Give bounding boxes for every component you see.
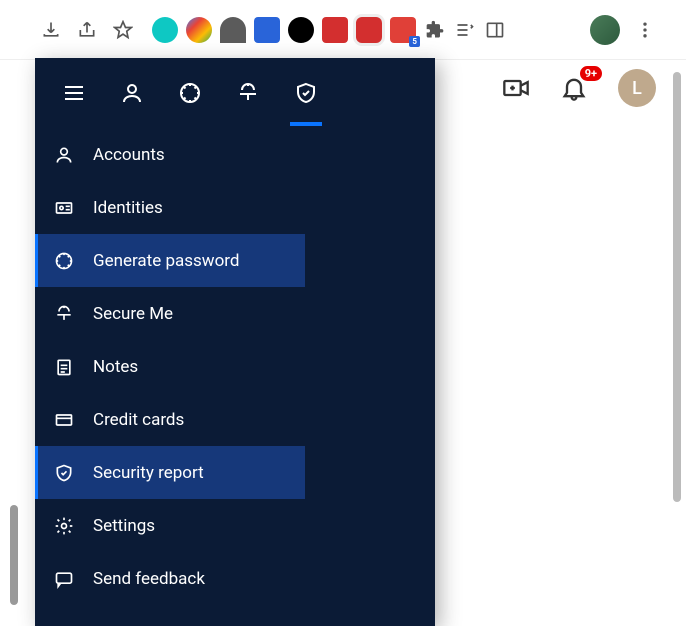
password-manager-panel: Accounts Identities Generate password Secur… — [35, 58, 435, 626]
extension-1[interactable] — [152, 17, 178, 43]
menu-item-label: Identities — [93, 198, 163, 218]
menu-item-label: Credit cards — [93, 410, 184, 430]
extension-6[interactable] — [322, 17, 348, 43]
panel-tabs — [35, 58, 435, 128]
menu-item-settings[interactable]: Settings — [35, 499, 305, 552]
extension-8[interactable]: 5 — [390, 17, 416, 43]
card-icon — [53, 409, 75, 431]
notifications-badge: 9+ — [580, 66, 602, 81]
extension-5[interactable] — [288, 17, 314, 43]
gear-icon — [53, 515, 75, 537]
menu-hamburger-icon[interactable] — [60, 79, 88, 107]
user-icon — [53, 144, 75, 166]
reading-list-icon[interactable] — [454, 19, 476, 41]
side-panel-icon[interactable] — [484, 19, 506, 41]
menu-item-label: Send feedback — [93, 569, 205, 589]
google-translate-icon[interactable] — [186, 17, 212, 43]
menu-item-send-feedback[interactable]: Send feedback — [35, 552, 305, 605]
timer-icon — [53, 303, 75, 325]
extension-3[interactable] — [220, 17, 246, 43]
user-avatar[interactable]: L — [618, 69, 656, 107]
extensions-puzzle-icon[interactable] — [424, 19, 446, 41]
notifications-icon[interactable]: 9+ — [560, 74, 588, 102]
more-menu-icon[interactable] — [634, 19, 656, 41]
side-scrollbar[interactable] — [10, 505, 18, 605]
extension-7[interactable] — [356, 17, 382, 43]
menu-item-label: Settings — [93, 516, 155, 536]
menu-item-label: Secure Me — [93, 304, 173, 324]
page-scrollbar[interactable] — [673, 72, 681, 502]
tab-generate-icon[interactable] — [176, 79, 204, 107]
notes-icon — [53, 356, 75, 378]
create-video-icon[interactable] — [502, 74, 530, 102]
download-icon[interactable] — [40, 19, 62, 41]
menu-item-label: Generate password — [93, 251, 239, 271]
tab-secure-icon[interactable] — [234, 79, 262, 107]
tab-shield-icon[interactable] — [292, 79, 320, 107]
browser-toolbar: 5 — [0, 0, 686, 60]
menu-item-security-report[interactable]: Security report — [35, 446, 305, 499]
star-icon[interactable] — [112, 19, 134, 41]
extension-4[interactable] — [254, 17, 280, 43]
profile-avatar-icon[interactable] — [590, 15, 620, 45]
menu-item-credit-cards[interactable]: Credit cards — [35, 393, 305, 446]
share-icon[interactable] — [76, 19, 98, 41]
menu-item-accounts[interactable]: Accounts — [35, 128, 305, 181]
menu-item-generate-password[interactable]: Generate password — [35, 234, 305, 287]
extension-row: 5 — [152, 17, 506, 43]
tab-accounts-icon[interactable] — [118, 79, 146, 107]
menu-item-label: Notes — [93, 357, 138, 377]
panel-menu: Accounts Identities Generate password Secur… — [35, 128, 305, 605]
menu-item-label: Security report — [93, 463, 204, 483]
menu-item-label: Accounts — [93, 145, 165, 165]
dial-icon — [53, 250, 75, 272]
id-card-icon — [53, 197, 75, 219]
menu-item-secure-me[interactable]: Secure Me — [35, 287, 305, 340]
extension-8-badge: 5 — [409, 36, 420, 47]
menu-item-identities[interactable]: Identities — [35, 181, 305, 234]
chat-icon — [53, 568, 75, 590]
shield-icon — [53, 462, 75, 484]
menu-item-notes[interactable]: Notes — [35, 340, 305, 393]
